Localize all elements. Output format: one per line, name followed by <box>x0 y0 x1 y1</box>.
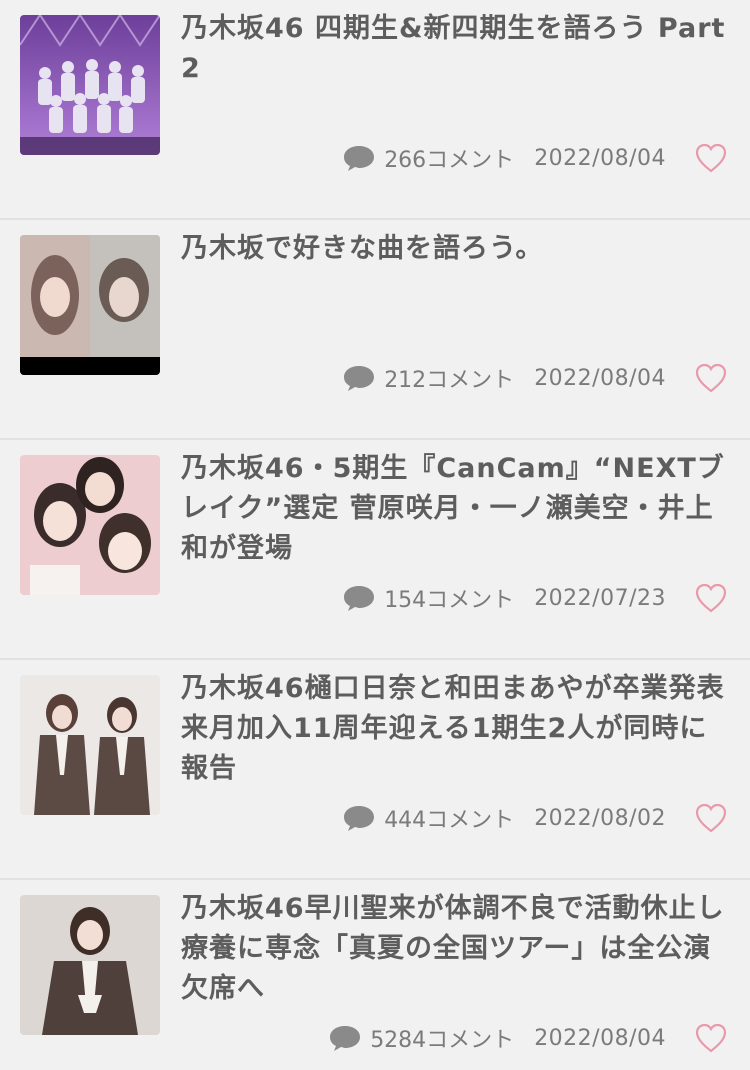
comment-count: 266コメント <box>384 148 515 173</box>
single-member-photo <box>20 895 160 1035</box>
comment-bubble-icon <box>344 146 375 171</box>
post-date: 2022/07/23 <box>534 585 666 611</box>
article-title[interactable]: 乃木坂46早川聖来が体調不良で活動休止し療養に専念「真夏の全国ツアー」は全公演欠… <box>181 889 726 1009</box>
post-date: 2022/08/02 <box>534 805 666 831</box>
article-meta: 212コメント 2022/08/04 <box>342 358 728 398</box>
comment-count: 212コメント <box>384 368 515 393</box>
two-members-plaid-photo <box>20 675 160 815</box>
article-title[interactable]: 乃木坂46・5期生『CanCam』“NEXTブレイク”選定 菅原咲月・一ノ瀬美空… <box>181 449 726 569</box>
list-item[interactable]: 乃木坂46早川聖来が体調不良で活動休止し療養に専念「真夏の全国ツアー」は全公演欠… <box>0 880 750 1070</box>
comment-count: 154コメント <box>384 588 515 613</box>
comment-count: 5284コメント <box>370 1028 515 1053</box>
article-thumbnail[interactable] <box>20 675 160 815</box>
favorite-heart-icon[interactable] <box>694 362 728 394</box>
favorite-heart-icon[interactable] <box>694 582 728 614</box>
comment-bubble-icon <box>344 586 375 611</box>
comment-bubble-icon <box>344 366 375 391</box>
list-item[interactable]: 乃木坂で好きな曲を語ろう。 212コメント 2022/08/04 <box>0 220 750 440</box>
list-item[interactable]: 乃木坂46 四期生&新四期生を語ろう Part2 266コメント 2022/08… <box>0 0 750 220</box>
group-stage-photo <box>20 15 160 155</box>
two-portraits-photo <box>20 235 160 375</box>
article-title[interactable]: 乃木坂46樋口日奈と和田まあやが卒業発表 来月加入11周年迎える1期生2人が同時… <box>181 669 750 789</box>
list-item[interactable]: 乃木坂46樋口日奈と和田まあやが卒業発表 来月加入11周年迎える1期生2人が同時… <box>0 660 750 880</box>
post-date: 2022/08/04 <box>534 1025 666 1051</box>
article-list: 乃木坂46 四期生&新四期生を語ろう Part2 266コメント 2022/08… <box>0 0 750 1070</box>
article-title[interactable]: 乃木坂46 四期生&新四期生を語ろう Part2 <box>181 9 726 89</box>
post-date: 2022/08/04 <box>534 365 666 391</box>
article-meta: 5284コメント 2022/08/04 <box>328 1018 728 1058</box>
three-members-photo <box>20 455 160 595</box>
comment-count: 444コメント <box>384 808 515 833</box>
list-item[interactable]: 乃木坂46・5期生『CanCam』“NEXTブレイク”選定 菅原咲月・一ノ瀬美空… <box>0 440 750 660</box>
article-thumbnail[interactable] <box>20 455 160 595</box>
article-title[interactable]: 乃木坂で好きな曲を語ろう。 <box>181 229 726 269</box>
comment-bubble-icon <box>344 806 375 831</box>
article-meta: 444コメント 2022/08/02 <box>342 798 728 838</box>
article-meta: 154コメント 2022/07/23 <box>342 578 728 618</box>
favorite-heart-icon[interactable] <box>694 1022 728 1054</box>
comment-bubble-icon <box>330 1026 361 1051</box>
article-thumbnail[interactable] <box>20 235 160 375</box>
article-thumbnail[interactable] <box>20 895 160 1035</box>
article-thumbnail[interactable] <box>20 15 160 155</box>
favorite-heart-icon[interactable] <box>694 802 728 834</box>
article-meta: 266コメント 2022/08/04 <box>342 138 728 178</box>
post-date: 2022/08/04 <box>534 145 666 171</box>
favorite-heart-icon[interactable] <box>694 142 728 174</box>
